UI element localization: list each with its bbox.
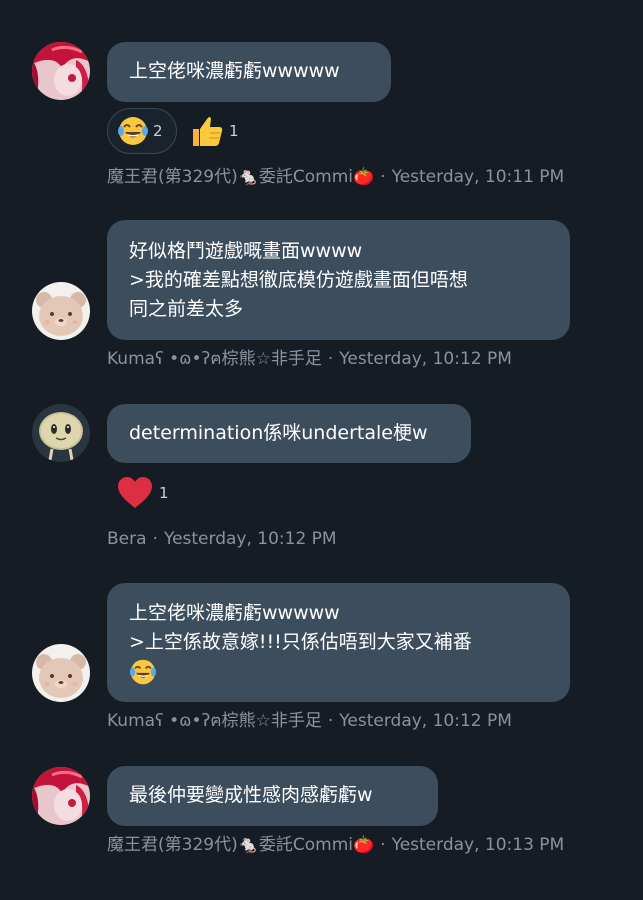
message-meta: 魔王君(第329代)🐁委託Commi🍅 · Yesterday, 10:13 PM: [107, 835, 565, 855]
face-with-tears-of-joy-icon: [129, 659, 157, 684]
message-meta: 魔王君(第329代)🐁委託Commi🍅 · Yesterday, 10:11 PM: [107, 167, 565, 187]
reaction-count: 2: [153, 122, 163, 140]
author-name[interactable]: Kumaʕ •ɷ•ʔฅ棕熊☆非手足: [107, 349, 322, 369]
message-bubble[interactable]: 好似格鬥遊戲嘅畫面wwww >我的確差點想徹底模仿遊戲畫面但唔想 同之前差太多: [107, 220, 570, 340]
message-text-line: >我的確差點想徹底模仿遊戲畫面但唔想: [129, 269, 468, 291]
message-bubble[interactable]: 上空佬咪濃虧虧wwwww >上空係故意嫁!!!只係估唔到大家又補番: [107, 583, 570, 702]
timestamp: Yesterday, 10:12 PM: [339, 349, 512, 369]
timestamp: Yesterday, 10:12 PM: [163, 529, 337, 549]
message-bubble[interactable]: 最後仲要變成性感肉感虧虧w: [107, 766, 438, 826]
message-text: 最後仲要變成性感肉感虧虧w: [129, 784, 373, 806]
red-heart-icon: [118, 477, 152, 508]
message-text-line: 同之前差太多: [129, 298, 244, 320]
avatar-maouou[interactable]: [32, 767, 90, 825]
reaction-count: 1: [159, 484, 169, 502]
author-name[interactable]: 魔王君(第329代)🐁委託Commi🍅: [107, 835, 374, 855]
reaction-heart[interactable]: 1: [117, 470, 187, 516]
timestamp: Yesterday, 10:13 PM: [391, 835, 565, 855]
message-text-line: [129, 657, 548, 686]
message-bubble[interactable]: determination係咪undertale梗w: [107, 404, 471, 463]
face-with-tears-of-joy-icon: [118, 117, 148, 145]
avatar-kuma[interactable]: [32, 282, 90, 340]
message-text: determination係咪undertale梗w: [129, 422, 428, 444]
message-text-line: 上空佬咪濃虧虧wwwww: [129, 602, 340, 624]
message-meta: Kumaʕ •ɷ•ʔฅ棕熊☆非手足 · Yesterday, 10:12 PM: [107, 349, 512, 369]
message-meta: Bera · Yesterday, 10:12 PM: [107, 529, 337, 549]
message-bubble[interactable]: 上空佬咪濃虧虧wwwww: [107, 42, 391, 102]
message-text-line: 好似格鬥遊戲嘅畫面wwww: [129, 240, 363, 262]
chat-thread: 上空佬咪濃虧虧wwwww 2 1 魔王君(第329代)🐁委託Commi🍅 · Y…: [0, 0, 643, 900]
avatar-maouou[interactable]: [32, 42, 90, 100]
avatar-kuma[interactable]: [32, 644, 90, 702]
message-meta: Kumaʕ •ɷ•ʔฅ棕熊☆非手足 · Yesterday, 10:12 PM: [107, 711, 512, 731]
message-text: 上空佬咪濃虧虧wwwww: [129, 60, 340, 82]
message-text-line: >上空係故意嫁!!!只係估唔到大家又補番: [129, 631, 472, 653]
reaction-laugh[interactable]: 2: [107, 108, 177, 154]
reaction-thumbs-up[interactable]: 1: [189, 108, 249, 154]
author-name[interactable]: Bera: [107, 529, 147, 549]
avatar-bera[interactable]: [32, 404, 90, 462]
timestamp: Yesterday, 10:12 PM: [339, 711, 512, 731]
thumbs-up-icon: [193, 117, 223, 146]
reaction-count: 1: [229, 122, 239, 140]
author-name[interactable]: Kumaʕ •ɷ•ʔฅ棕熊☆非手足: [107, 711, 322, 731]
timestamp: Yesterday, 10:11 PM: [391, 167, 565, 187]
author-name[interactable]: 魔王君(第329代)🐁委託Commi🍅: [107, 167, 374, 187]
